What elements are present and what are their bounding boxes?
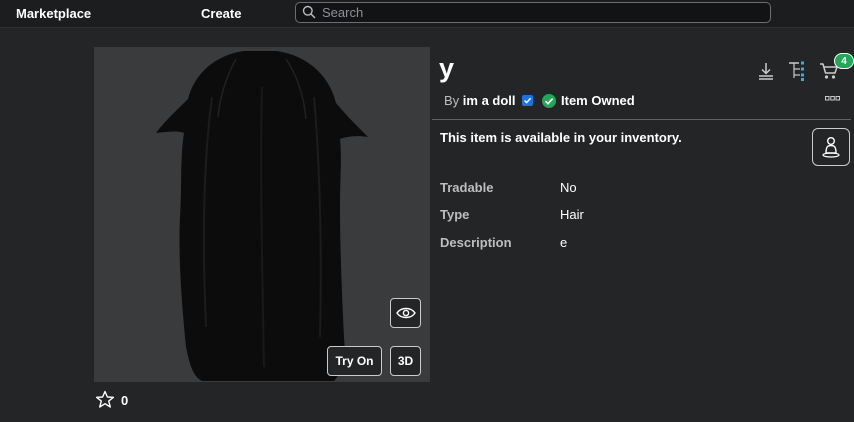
item-title: y [439, 53, 455, 83]
search-input[interactable] [322, 4, 752, 20]
verified-badge-icon [522, 95, 534, 106]
item-thumbnail: Try On 3D [94, 47, 430, 382]
avatar-preview-button[interactable] [812, 128, 850, 166]
more-options-icon[interactable] [825, 96, 840, 102]
section-divider [432, 119, 851, 120]
detail-value-type: Hair [560, 207, 584, 222]
search-icon [302, 5, 316, 19]
hair-item-image [156, 51, 368, 381]
download-icon[interactable] [756, 61, 776, 81]
try-on-button[interactable]: Try On [327, 346, 382, 376]
detail-value-description: e [560, 235, 568, 250]
search-bar[interactable] [295, 2, 771, 23]
cart-count-badge: 4 [834, 53, 854, 69]
check-circle-icon [542, 93, 556, 108]
star-icon[interactable] [95, 390, 115, 409]
creator-link[interactable]: im a doll [463, 93, 516, 108]
hierarchy-icon[interactable] [787, 60, 807, 82]
detail-label-tradable: Tradable [440, 180, 494, 195]
creator-line: By im a doll [444, 93, 534, 108]
availability-text: This item is available in your inventory… [440, 130, 682, 145]
owned-status: Item Owned [542, 93, 635, 108]
preview-toggle-button[interactable] [390, 298, 421, 328]
by-label: By [444, 93, 460, 108]
top-navigation-bar: Marketplace Create [0, 0, 854, 28]
nav-marketplace[interactable]: Marketplace [16, 6, 91, 21]
nav-create[interactable]: Create [201, 6, 241, 21]
favorite-count: 0 [121, 393, 129, 408]
detail-label-type: Type [440, 207, 470, 222]
view-3d-button[interactable]: 3D [390, 346, 421, 376]
avatar-icon [822, 137, 840, 158]
detail-label-description: Description [440, 235, 512, 250]
detail-value-tradable: No [560, 180, 577, 195]
eye-icon [395, 307, 416, 319]
owned-label: Item Owned [561, 93, 635, 108]
